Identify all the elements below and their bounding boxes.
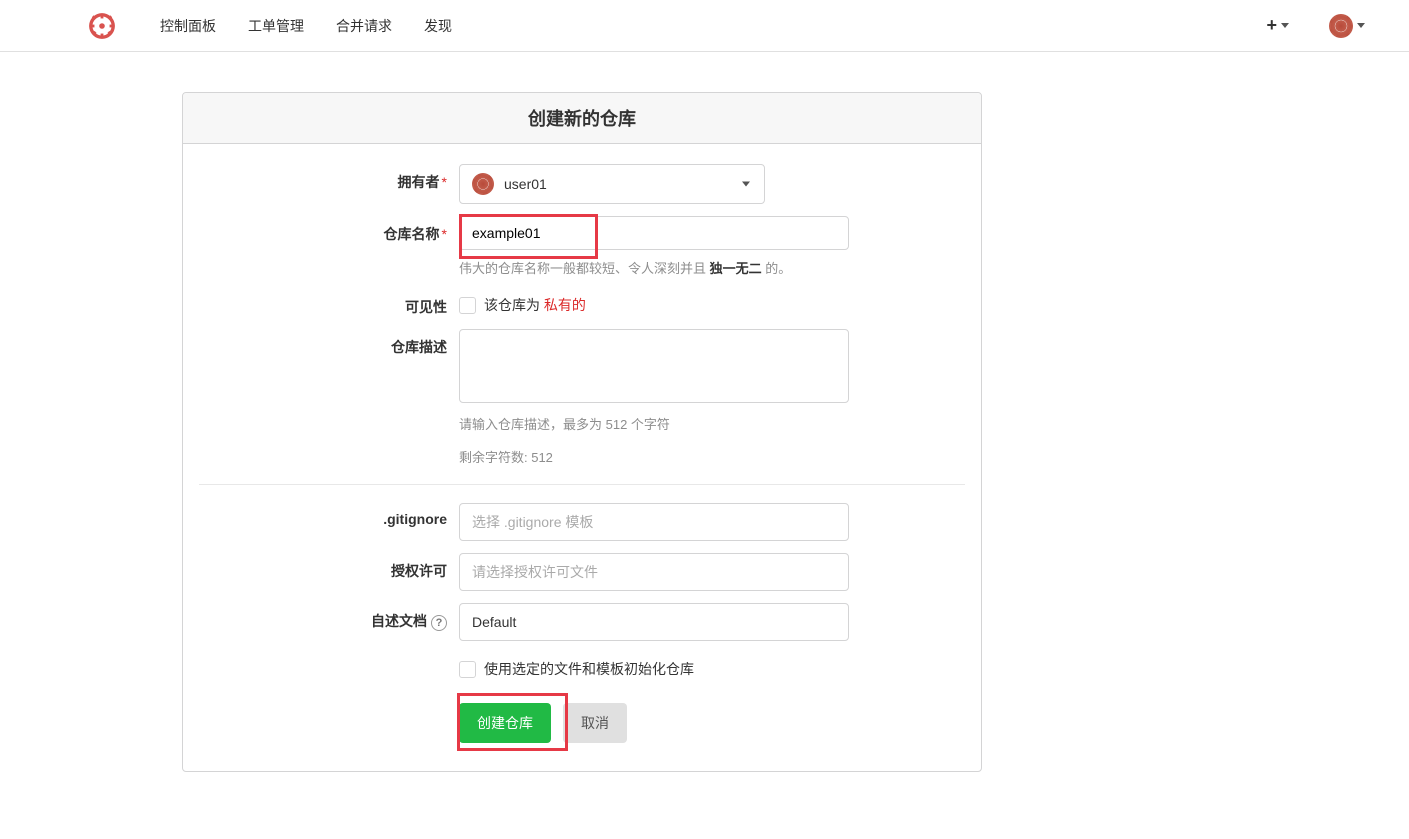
repo-name-input[interactable] — [459, 216, 849, 250]
license-placeholder: 请选择授权许可文件 — [472, 562, 598, 582]
name-label: 仓库名称 — [199, 216, 459, 244]
name-help: 伟大的仓库名称一般都较短、令人深刻并且 独一无二 的。 — [459, 258, 849, 277]
cancel-button[interactable]: 取消 — [563, 703, 627, 743]
logo-icon[interactable] — [88, 12, 116, 40]
panel-title: 创建新的仓库 — [183, 93, 981, 144]
owner-label: 拥有者 — [199, 164, 459, 192]
nav-right: + — [1262, 10, 1369, 42]
description-label: 仓库描述 — [199, 329, 459, 357]
page-container: 创建新的仓库 拥有者 user01 仓库名称 伟大的仓库名称一般都较短 — [182, 92, 982, 772]
gitignore-placeholder: 选择 .gitignore 模板 — [472, 512, 593, 532]
owner-value: user01 — [504, 176, 547, 192]
private-label: 该仓库为 私有的 — [484, 295, 586, 315]
nav-left: 控制面板 工单管理 合并请求 发现 — [88, 12, 468, 40]
row-visibility: 可见性 该仓库为 私有的 — [199, 289, 965, 317]
row-name: 仓库名称 伟大的仓库名称一般都较短、令人深刻并且 独一无二 的。 — [199, 216, 965, 277]
caret-down-icon — [1357, 23, 1365, 28]
avatar-icon — [472, 173, 494, 195]
gitignore-dropdown[interactable]: 选择 .gitignore 模板 — [459, 503, 849, 541]
top-nav: 控制面板 工单管理 合并请求 发现 + — [0, 0, 1409, 52]
description-textarea[interactable] — [459, 329, 849, 403]
license-label: 授权许可 — [199, 553, 459, 581]
plus-icon: + — [1266, 15, 1277, 36]
create-repo-panel: 创建新的仓库 拥有者 user01 仓库名称 伟大的仓库名称一般都较短 — [182, 92, 982, 772]
description-help: 请输入仓库描述，最多为 512 个字符 — [459, 414, 849, 433]
license-dropdown[interactable]: 请选择授权许可文件 — [459, 553, 849, 591]
create-button[interactable]: 创建仓库 — [459, 703, 551, 743]
nav-pulls[interactable]: 合并请求 — [320, 16, 408, 36]
gitignore-label: .gitignore — [199, 503, 459, 527]
row-license: 授权许可 请选择授权许可文件 — [199, 553, 965, 591]
init-checkbox[interactable] — [459, 661, 476, 678]
chars-left: 剩余字符数: 512 — [459, 447, 849, 466]
nav-issues[interactable]: 工单管理 — [232, 16, 320, 36]
nav-explore[interactable]: 发现 — [408, 16, 468, 36]
form-body: 拥有者 user01 仓库名称 伟大的仓库名称一般都较短、令人深刻并且 独一无二… — [183, 144, 981, 771]
readme-value: Default — [472, 614, 516, 630]
readme-label: 自述文档? — [199, 603, 459, 631]
caret-down-icon — [1281, 23, 1289, 28]
visibility-label: 可见性 — [199, 289, 459, 317]
owner-dropdown[interactable]: user01 — [459, 164, 765, 204]
user-menu[interactable] — [1325, 10, 1369, 42]
row-gitignore: .gitignore 选择 .gitignore 模板 — [199, 503, 965, 541]
row-readme: 自述文档? Default — [199, 603, 965, 641]
row-description: 仓库描述 请输入仓库描述，最多为 512 个字符 剩余字符数: 512 — [199, 329, 965, 466]
init-label: 使用选定的文件和模板初始化仓库 — [484, 659, 694, 679]
create-menu[interactable]: + — [1262, 11, 1293, 40]
divider — [199, 484, 965, 485]
row-owner: 拥有者 user01 — [199, 164, 965, 204]
help-icon[interactable]: ? — [431, 615, 447, 631]
avatar-icon — [1329, 14, 1353, 38]
row-init: 使用选定的文件和模板初始化仓库 — [199, 653, 965, 679]
private-checkbox[interactable] — [459, 297, 476, 314]
readme-dropdown[interactable]: Default — [459, 603, 849, 641]
row-buttons: 创建仓库 取消 — [199, 691, 965, 743]
nav-dashboard[interactable]: 控制面板 — [144, 16, 232, 36]
caret-down-icon — [742, 182, 750, 187]
